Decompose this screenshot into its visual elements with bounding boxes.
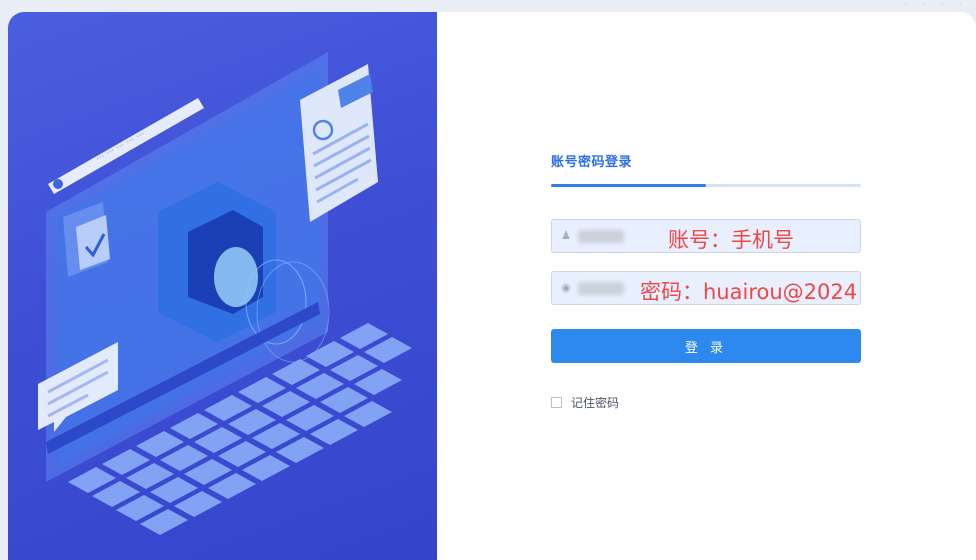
login-form: 账号密码登录 ♟ 账号：手机号 ◉ 密码：huairou@2024 登 录 记住… (551, 152, 861, 411)
username-input[interactable] (552, 220, 860, 252)
remember-password-label: 记住密码 (571, 395, 620, 410)
decorative-dots: · · · · (903, 0, 968, 11)
isometric-laptop-illustration: ··· ··· ··· ··· ··· (38, 52, 412, 535)
remember-password-row[interactable]: 记住密码 (551, 393, 861, 411)
login-button[interactable]: 登 录 (551, 329, 861, 363)
password-input[interactable] (552, 272, 860, 304)
password-field: ◉ 密码：huairou@2024 (551, 271, 861, 305)
tab-underline-track (551, 184, 861, 187)
hero-illustration: ··· ··· ··· ··· ··· (8, 12, 437, 560)
login-card: ··· ··· ··· ··· ··· 账号密码登录 ♟ 账号：手机号 ◉ 密码… (8, 12, 976, 560)
remember-password-checkbox[interactable] (551, 396, 562, 408)
username-field: ♟ 账号：手机号 (551, 219, 861, 253)
tab-active-indicator (551, 184, 706, 187)
tab-account-password[interactable]: 账号密码登录 (551, 152, 861, 174)
